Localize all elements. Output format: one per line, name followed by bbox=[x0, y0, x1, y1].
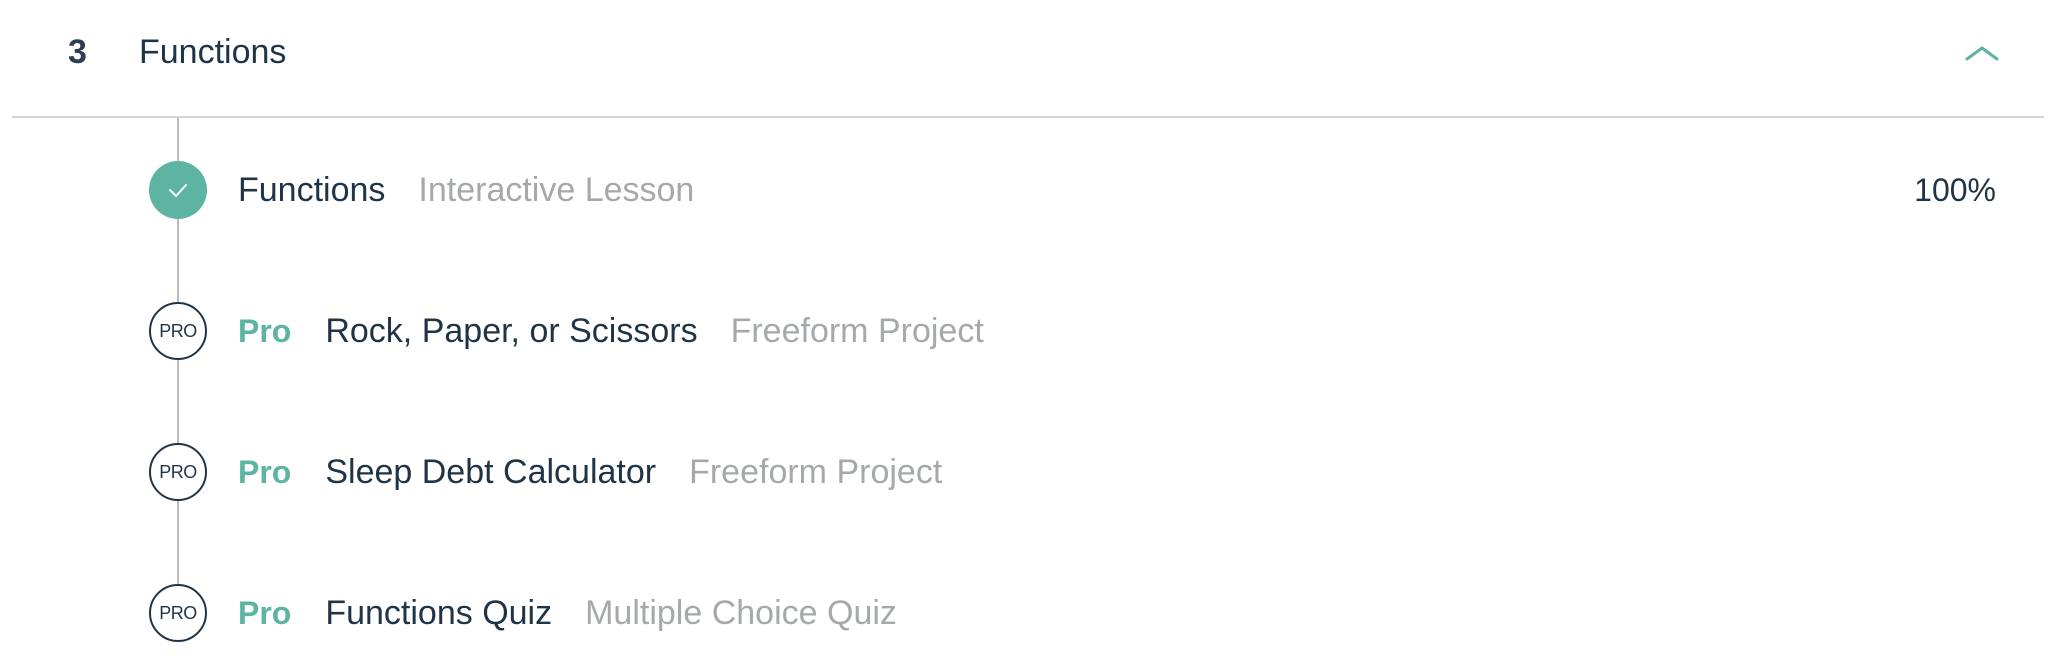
lesson-row-functions-quiz[interactable]: PRO Pro Functions Quiz Multiple Choice Q… bbox=[0, 573, 2056, 653]
pro-badge-label: PRO bbox=[159, 603, 197, 623]
module-section: 3 Functions Functions Interactive Lesson… bbox=[0, 0, 2056, 664]
lesson-row-rock-paper-scissors[interactable]: PRO Pro Rock, Paper, or Scissors Freefor… bbox=[0, 291, 2056, 371]
completed-check-icon bbox=[149, 161, 207, 219]
lesson-progress: 100% bbox=[1914, 171, 1996, 208]
lesson-row-functions[interactable]: Functions Interactive Lesson 100% bbox=[0, 150, 2056, 230]
pro-badge-icon: PRO bbox=[149, 584, 207, 642]
pro-badge-icon: PRO bbox=[149, 443, 207, 501]
pro-tag: Pro bbox=[238, 312, 292, 349]
lesson-row-sleep-debt-calculator[interactable]: PRO Pro Sleep Debt Calculator Freeform P… bbox=[0, 432, 2056, 512]
chevron-up-icon bbox=[1965, 46, 1999, 61]
lesson-type: Interactive Lesson bbox=[418, 170, 695, 209]
lesson-title[interactable]: Functions bbox=[238, 171, 385, 210]
lesson-type: Multiple Choice Quiz bbox=[585, 593, 897, 632]
lesson-title[interactable]: Sleep Debt Calculator bbox=[325, 453, 656, 492]
module-number: 3 bbox=[68, 33, 87, 71]
lesson-type: Freeform Project bbox=[730, 311, 984, 350]
collapse-button[interactable] bbox=[1962, 32, 2002, 72]
pro-badge-label: PRO bbox=[159, 321, 197, 341]
pro-tag: Pro bbox=[238, 453, 292, 490]
pro-tag: Pro bbox=[238, 594, 292, 631]
pro-badge-icon: PRO bbox=[149, 302, 207, 360]
lesson-type: Freeform Project bbox=[689, 452, 943, 491]
lesson-title[interactable]: Rock, Paper, or Scissors bbox=[325, 312, 697, 351]
module-title: Functions bbox=[139, 33, 287, 71]
module-header[interactable]: 3 Functions bbox=[12, 0, 2044, 118]
pro-badge-label: PRO bbox=[159, 462, 197, 482]
lesson-title[interactable]: Functions Quiz bbox=[325, 594, 552, 633]
